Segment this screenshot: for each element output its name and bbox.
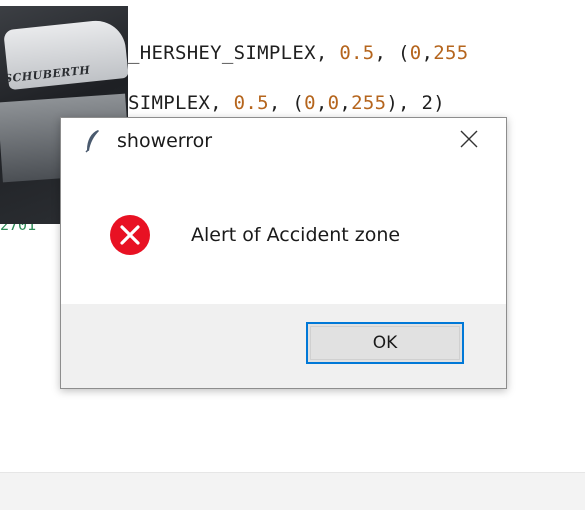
dialog-content: Alert of Accident zone bbox=[61, 164, 506, 304]
code-text: , ( bbox=[374, 42, 410, 64]
code-text: , bbox=[339, 92, 352, 114]
code-number: 0.5 bbox=[233, 92, 269, 114]
code-text: _HERSHEY_SIMPLEX, bbox=[128, 42, 340, 64]
feather-icon bbox=[85, 129, 101, 153]
code-line: SIMPLEX, 0.5, (0,0,255), 2) bbox=[128, 92, 445, 114]
close-icon bbox=[459, 129, 479, 154]
code-text: ), 2) bbox=[386, 92, 446, 114]
code-number: 0 bbox=[409, 42, 422, 64]
close-button[interactable] bbox=[445, 120, 493, 162]
dialog-titlebar[interactable]: showerror bbox=[61, 118, 506, 164]
code-number: 255 bbox=[433, 42, 469, 64]
error-icon bbox=[109, 214, 151, 256]
code-number: 255 bbox=[351, 92, 387, 114]
dialog-message: Alert of Accident zone bbox=[191, 224, 401, 246]
code-text: , bbox=[315, 92, 328, 114]
dialog-title: showerror bbox=[117, 130, 213, 152]
code-text: , ( bbox=[268, 92, 305, 114]
code-number: 0 bbox=[304, 92, 316, 114]
code-line: _HERSHEY_SIMPLEX, 0.5, (0,255 bbox=[128, 42, 468, 64]
bottom-status-bar bbox=[0, 472, 585, 510]
code-text: SIMPLEX, bbox=[128, 92, 234, 114]
code-number: 0.5 bbox=[339, 42, 375, 64]
ok-button-label: OK bbox=[372, 333, 398, 353]
code-text: , bbox=[421, 42, 434, 64]
error-dialog: showerror Alert of Accident zone OK bbox=[60, 117, 507, 389]
ok-button[interactable]: OK bbox=[306, 322, 464, 364]
code-number: 0 bbox=[327, 92, 340, 114]
dialog-footer: OK bbox=[61, 304, 506, 388]
